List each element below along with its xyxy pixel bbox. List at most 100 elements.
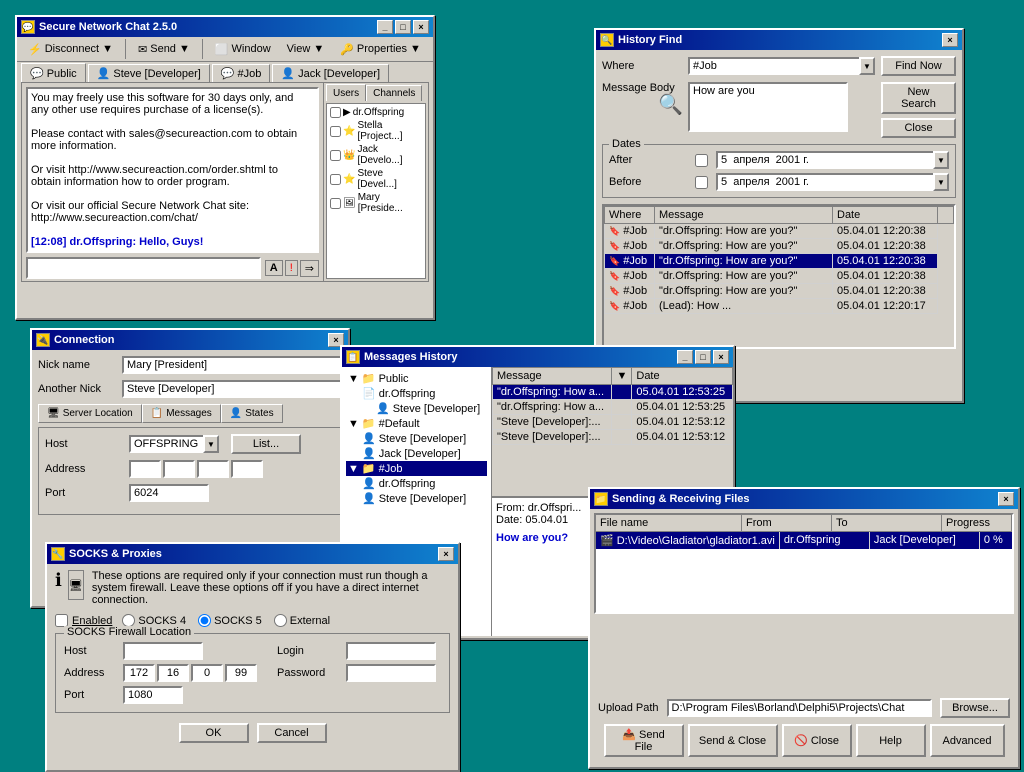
chat-input[interactable] <box>26 257 261 279</box>
tree-dr-offspring[interactable]: 📄 dr.Offspring <box>360 386 487 401</box>
host-input[interactable] <box>129 435 203 453</box>
list-button[interactable]: List... <box>231 434 301 454</box>
user-check[interactable] <box>330 174 341 185</box>
maximize-button[interactable]: □ <box>395 20 411 34</box>
tree-default[interactable]: ▼ 📁 #Default <box>346 416 487 431</box>
user-item[interactable]: ▶ dr.Offspring <box>329 106 423 119</box>
tab-job[interactable]: 💬 #Job <box>212 64 271 82</box>
result-row[interactable]: 🔖 #Job "dr.Offspring: How are you?" 05.0… <box>605 239 954 254</box>
addr-part2[interactable] <box>163 460 195 478</box>
help-button[interactable]: Help <box>856 724 926 757</box>
user-item[interactable]: ⭐ Stella [Project...] <box>329 119 423 143</box>
nick-input[interactable] <box>122 356 342 374</box>
find-now-button[interactable]: Find Now <box>881 56 956 76</box>
tab-public[interactable]: 💬 Public <box>21 63 86 82</box>
before-input[interactable] <box>716 173 933 191</box>
tree-steve[interactable]: 👤 Steve [Developer] <box>374 401 487 416</box>
socks5-input[interactable] <box>198 614 211 627</box>
users-tab[interactable]: Users <box>326 84 366 101</box>
tree-public[interactable]: ▼ 📁 Public <box>346 371 487 386</box>
user-check[interactable] <box>330 126 341 137</box>
user-item[interactable]: ⭐ Steve [Devel...] <box>329 167 423 191</box>
mh-max-button[interactable]: □ <box>695 350 711 364</box>
socks-addr3[interactable] <box>191 664 223 682</box>
sf-close-button[interactable]: × <box>998 492 1014 506</box>
addr-part1[interactable] <box>129 460 161 478</box>
new-search-button[interactable]: New Search <box>881 82 956 114</box>
states-tab[interactable]: 👤 States <box>221 404 283 423</box>
addr-part3[interactable] <box>197 460 229 478</box>
sf-close-button2[interactable]: 🚫 Close <box>782 724 852 757</box>
messages-tab[interactable]: 📋 Messages <box>142 404 221 423</box>
send-close-button[interactable]: Send & Close <box>688 724 778 757</box>
user-check[interactable] <box>330 107 341 118</box>
tab-jack[interactable]: 👤 Jack [Developer] <box>272 64 389 82</box>
user-check[interactable] <box>330 198 341 209</box>
result-row[interactable]: 🔖 #Job "dr.Offspring: How are you?" 05.0… <box>605 254 954 269</box>
message-body-input[interactable]: How are you <box>688 82 848 132</box>
mh-close-button[interactable]: × <box>713 350 729 364</box>
msg-col-sort-icon[interactable]: ▼ <box>612 368 632 385</box>
socks-port-input[interactable] <box>123 686 183 704</box>
result-row[interactable]: 🔖 #Job "dr.Offspring: How are you?" 05.0… <box>605 224 954 239</box>
tree-jack[interactable]: 👤 Jack [Developer] <box>360 446 487 461</box>
minimize-button[interactable]: _ <box>377 20 393 34</box>
result-row[interactable]: 🔖 #Job "dr.Offspring: How are you?" 05.0… <box>605 284 954 299</box>
disconnect-button[interactable]: ⚡ Disconnect ▼ <box>21 40 120 59</box>
socks-close-button[interactable]: × <box>438 547 454 561</box>
hf-close-button2[interactable]: Close <box>881 118 956 138</box>
window-button[interactable]: ⬜ Window <box>208 40 278 59</box>
properties-button[interactable]: 🔑 Properties ▼ <box>333 40 428 59</box>
socks-password-input[interactable] <box>346 664 436 682</box>
external-radio[interactable]: External <box>274 614 330 627</box>
where-input[interactable] <box>688 57 859 75</box>
send-button[interactable]: ✉ Send ▼ <box>131 40 197 59</box>
result-row[interactable]: 🔖 #Job (Lead): How ... 05.04.01 12:20:17 <box>605 299 954 314</box>
tree-dr-job[interactable]: 👤 dr.Offspring <box>360 476 487 491</box>
channels-tab[interactable]: Channels <box>366 85 422 101</box>
close-button[interactable]: × <box>413 20 429 34</box>
send-file-small-button[interactable]: ⇒ <box>300 260 319 277</box>
result-row[interactable]: 🔖 #Job "dr.Offspring: How are you?" 05.0… <box>605 269 954 284</box>
tree-job[interactable]: ▼ 📁 #Job <box>346 461 487 476</box>
alert-button[interactable]: ! <box>285 260 298 276</box>
browse-button[interactable]: Browse... <box>940 698 1010 718</box>
sf-row[interactable]: 🎬 D:\Video\Gladiator\gladiator1.avi dr.O… <box>596 532 1012 549</box>
where-dropdown-button[interactable]: ▼ <box>859 57 875 75</box>
msg-row[interactable]: "dr.Offspring: How a... 05.04.01 12:53:2… <box>493 385 733 400</box>
user-check[interactable] <box>330 150 341 161</box>
addr-part4[interactable] <box>231 460 263 478</box>
advanced-button[interactable]: Advanced <box>930 724 1005 757</box>
cancel-button[interactable]: Cancel <box>257 723 327 743</box>
socks-addr2[interactable] <box>157 664 189 682</box>
font-button[interactable]: A <box>265 260 283 276</box>
view-button[interactable]: View ▼ <box>280 40 332 58</box>
msg-row[interactable]: "Steve [Developer]:... 05.04.01 12:53:12 <box>493 430 733 445</box>
before-dropdown[interactable]: ▼ <box>933 173 949 191</box>
socks-host-input[interactable] <box>123 642 203 660</box>
msg-row[interactable]: "dr.Offspring: How a... 05.04.01 12:53:2… <box>493 400 733 415</box>
hf-close-button[interactable]: × <box>942 33 958 47</box>
another-nick-input[interactable] <box>122 380 342 398</box>
msg-row[interactable]: "Steve [Developer]:... 05.04.01 12:53:12 <box>493 415 733 430</box>
socks5-radio[interactable]: SOCKS 5 <box>198 614 262 627</box>
mh-min-button[interactable]: _ <box>677 350 693 364</box>
user-item[interactable]: 🖼 Mary [Preside... <box>329 191 423 215</box>
socks-addr4[interactable] <box>225 664 257 682</box>
port-input[interactable] <box>129 484 209 502</box>
after-input[interactable] <box>716 151 933 169</box>
send-file-button[interactable]: 📤 Send File <box>604 724 684 757</box>
upload-path-input[interactable] <box>667 699 932 717</box>
tree-steve-job[interactable]: 👤 Steve [Developer] <box>360 491 487 506</box>
external-input[interactable] <box>274 614 287 627</box>
user-item[interactable]: 👑 Jack [Develo...] <box>329 143 423 167</box>
server-location-tab[interactable]: 🖥 Server Location <box>38 404 142 423</box>
tree-steve-default[interactable]: 👤 Steve [Developer] <box>360 431 487 446</box>
socks-addr1[interactable] <box>123 664 155 682</box>
before-check[interactable] <box>695 176 708 189</box>
tab-steve[interactable]: 👤 Steve [Developer] <box>88 64 210 82</box>
ok-button[interactable]: OK <box>179 723 249 743</box>
socks-login-input[interactable] <box>346 642 436 660</box>
after-check[interactable] <box>695 154 708 167</box>
after-dropdown[interactable]: ▼ <box>933 151 949 169</box>
